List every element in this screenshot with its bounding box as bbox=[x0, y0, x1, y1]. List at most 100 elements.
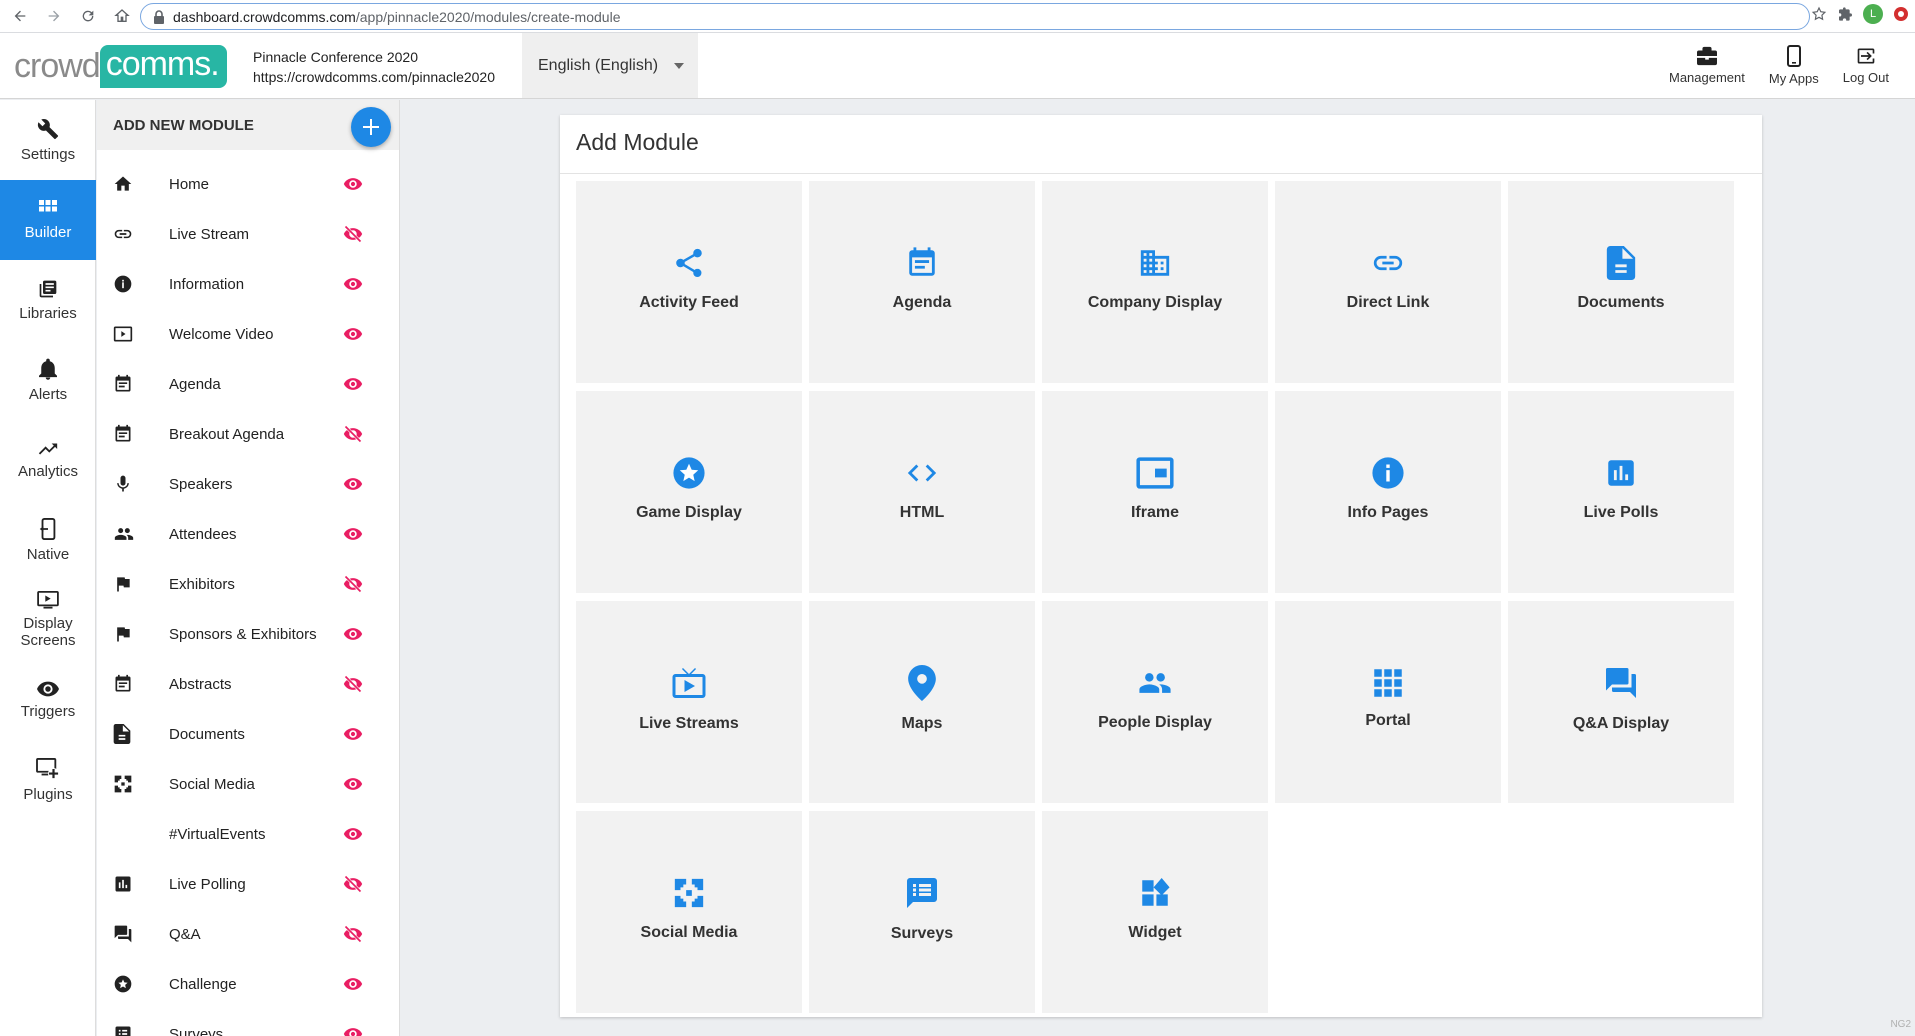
tile-iframe[interactable]: Iframe bbox=[1042, 391, 1268, 593]
rail-libraries[interactable]: Libraries bbox=[0, 260, 96, 340]
eye-visible-icon[interactable] bbox=[342, 274, 364, 294]
module-item-virtual-events[interactable]: #VirtualEvents bbox=[97, 809, 399, 859]
tile-documents[interactable]: Documents bbox=[1508, 181, 1734, 383]
lock-icon bbox=[154, 9, 164, 24]
eye-visible-icon[interactable] bbox=[342, 524, 364, 544]
eye-hidden-icon[interactable] bbox=[342, 224, 364, 244]
module-list-panel: ADD NEW MODULE Home Live Stream Informat… bbox=[97, 100, 400, 1036]
extensions-icon[interactable] bbox=[1837, 6, 1853, 22]
module-item-surveys[interactable]: Surveys bbox=[97, 1009, 399, 1036]
tile-company-display[interactable]: Company Display bbox=[1042, 181, 1268, 383]
tile-game-display[interactable]: Game Display bbox=[576, 391, 802, 593]
eye-visible-icon[interactable] bbox=[342, 774, 364, 794]
forum-icon bbox=[1606, 668, 1636, 698]
module-item-exhibitors[interactable]: Exhibitors bbox=[97, 559, 399, 609]
url-text: dashboard.crowdcomms.com/app/pinnacle202… bbox=[173, 8, 621, 25]
rail-builder[interactable]: Builder bbox=[0, 180, 96, 260]
module-item-agenda[interactable]: Agenda bbox=[97, 359, 399, 409]
tile-live-polls[interactable]: Live Polls bbox=[1508, 391, 1734, 593]
eye-hidden-icon[interactable] bbox=[342, 674, 364, 694]
module-item-abstracts[interactable]: Abstracts bbox=[97, 659, 399, 709]
eye-hidden-icon[interactable] bbox=[342, 874, 364, 894]
tile-activity-feed[interactable]: Activity Feed bbox=[576, 181, 802, 383]
tile-people-display[interactable]: People Display bbox=[1042, 601, 1268, 803]
rail-display-screens[interactable]: Display Screens bbox=[0, 580, 96, 660]
home-icon bbox=[114, 176, 132, 191]
my-apps-button[interactable]: My Apps bbox=[1757, 33, 1831, 98]
crowdcomms-logo[interactable]: crowd comms. bbox=[14, 41, 227, 91]
eye-visible-icon[interactable] bbox=[342, 974, 364, 994]
eye-visible-icon[interactable] bbox=[342, 724, 364, 744]
add-module-button[interactable] bbox=[351, 107, 391, 147]
wrench-icon bbox=[37, 118, 59, 139]
eye-hidden-icon[interactable] bbox=[342, 574, 364, 594]
iframe-icon bbox=[1136, 457, 1174, 489]
module-item-information[interactable]: Information bbox=[97, 259, 399, 309]
module-item-sponsors-exhibitors[interactable]: Sponsors & Exhibitors bbox=[97, 609, 399, 659]
eye-visible-icon[interactable] bbox=[342, 474, 364, 494]
tile-surveys[interactable]: Surveys bbox=[809, 811, 1035, 1013]
tile-widget[interactable]: Widget bbox=[1042, 811, 1268, 1013]
tile-html[interactable]: HTML bbox=[809, 391, 1035, 593]
module-item-welcome-video[interactable]: Welcome Video bbox=[97, 309, 399, 359]
eye-visible-icon[interactable] bbox=[342, 624, 364, 644]
apps-icon bbox=[1374, 669, 1402, 697]
tile-maps[interactable]: Maps bbox=[809, 601, 1035, 803]
rail-plugins[interactable]: Plugins bbox=[0, 740, 96, 820]
divider bbox=[560, 173, 1762, 174]
flag-icon bbox=[117, 627, 130, 642]
profile-avatar[interactable]: L bbox=[1863, 4, 1883, 24]
rail-settings[interactable]: Settings bbox=[0, 100, 96, 180]
eye-visible-icon[interactable] bbox=[342, 174, 364, 194]
logout-icon bbox=[1857, 48, 1875, 64]
tile-direct-link[interactable]: Direct Link bbox=[1275, 181, 1501, 383]
eye-visible-icon[interactable] bbox=[342, 324, 364, 344]
eye-hidden-icon[interactable] bbox=[342, 424, 364, 444]
tile-agenda[interactable]: Agenda bbox=[809, 181, 1035, 383]
module-item-qa[interactable]: Q&A bbox=[97, 909, 399, 959]
poll-icon bbox=[1608, 460, 1634, 486]
extension-red-icon[interactable] bbox=[1893, 6, 1909, 22]
rail-triggers[interactable]: Triggers bbox=[0, 660, 96, 740]
rail-native[interactable]: Native bbox=[0, 500, 96, 580]
event-info: Pinnacle Conference 2020 https://crowdco… bbox=[253, 47, 495, 87]
calendar-icon bbox=[115, 674, 131, 692]
poll-icon bbox=[115, 876, 131, 892]
plus-icon bbox=[363, 119, 379, 135]
module-item-social-media[interactable]: Social Media bbox=[97, 759, 399, 809]
module-item-live-stream[interactable]: Live Stream bbox=[97, 209, 399, 259]
tile-portal[interactable]: Portal bbox=[1275, 601, 1501, 803]
log-out-button[interactable]: Log Out bbox=[1831, 33, 1901, 98]
tile-social-media[interactable]: Social Media bbox=[576, 811, 802, 1013]
language-select[interactable]: English (English) bbox=[522, 33, 698, 98]
module-item-live-polling[interactable]: Live Polling bbox=[97, 859, 399, 909]
module-item-breakout-agenda[interactable]: Breakout Agenda bbox=[97, 409, 399, 459]
module-item-home[interactable]: Home bbox=[97, 159, 399, 209]
eye-hidden-icon[interactable] bbox=[342, 924, 364, 944]
video-icon bbox=[113, 326, 133, 342]
management-button[interactable]: Management bbox=[1657, 33, 1757, 98]
tile-info-pages[interactable]: Info Pages bbox=[1275, 391, 1501, 593]
reload-icon[interactable] bbox=[74, 2, 102, 30]
rail-analytics[interactable]: Analytics bbox=[0, 420, 96, 500]
home-browser-icon[interactable] bbox=[108, 2, 136, 30]
tile-qa-display[interactable]: Q&A Display bbox=[1508, 601, 1734, 803]
eye-visible-icon[interactable] bbox=[342, 1024, 364, 1036]
module-item-challenge[interactable]: Challenge bbox=[97, 959, 399, 1009]
address-bar[interactable]: dashboard.crowdcomms.com/app/pinnacle202… bbox=[140, 3, 1810, 30]
browser-toolbar: dashboard.crowdcomms.com/app/pinnacle202… bbox=[0, 0, 1915, 33]
module-item-attendees[interactable]: Attendees bbox=[97, 509, 399, 559]
star-bookmark-icon[interactable] bbox=[1811, 6, 1827, 22]
code-icon bbox=[907, 464, 937, 482]
main-content: Add Module Activity Feed Agenda Company … bbox=[401, 100, 1915, 1036]
back-icon[interactable] bbox=[6, 2, 34, 30]
eye-visible-icon[interactable] bbox=[342, 374, 364, 394]
add-module-card: Add Module Activity Feed Agenda Company … bbox=[560, 115, 1762, 1017]
info-icon bbox=[1372, 457, 1404, 489]
module-item-documents[interactable]: Documents bbox=[97, 709, 399, 759]
module-item-speakers[interactable]: Speakers bbox=[97, 459, 399, 509]
eye-visible-icon[interactable] bbox=[342, 824, 364, 844]
forward-icon[interactable] bbox=[40, 2, 68, 30]
tile-live-streams[interactable]: Live Streams bbox=[576, 601, 802, 803]
rail-alerts[interactable]: Alerts bbox=[0, 340, 96, 420]
